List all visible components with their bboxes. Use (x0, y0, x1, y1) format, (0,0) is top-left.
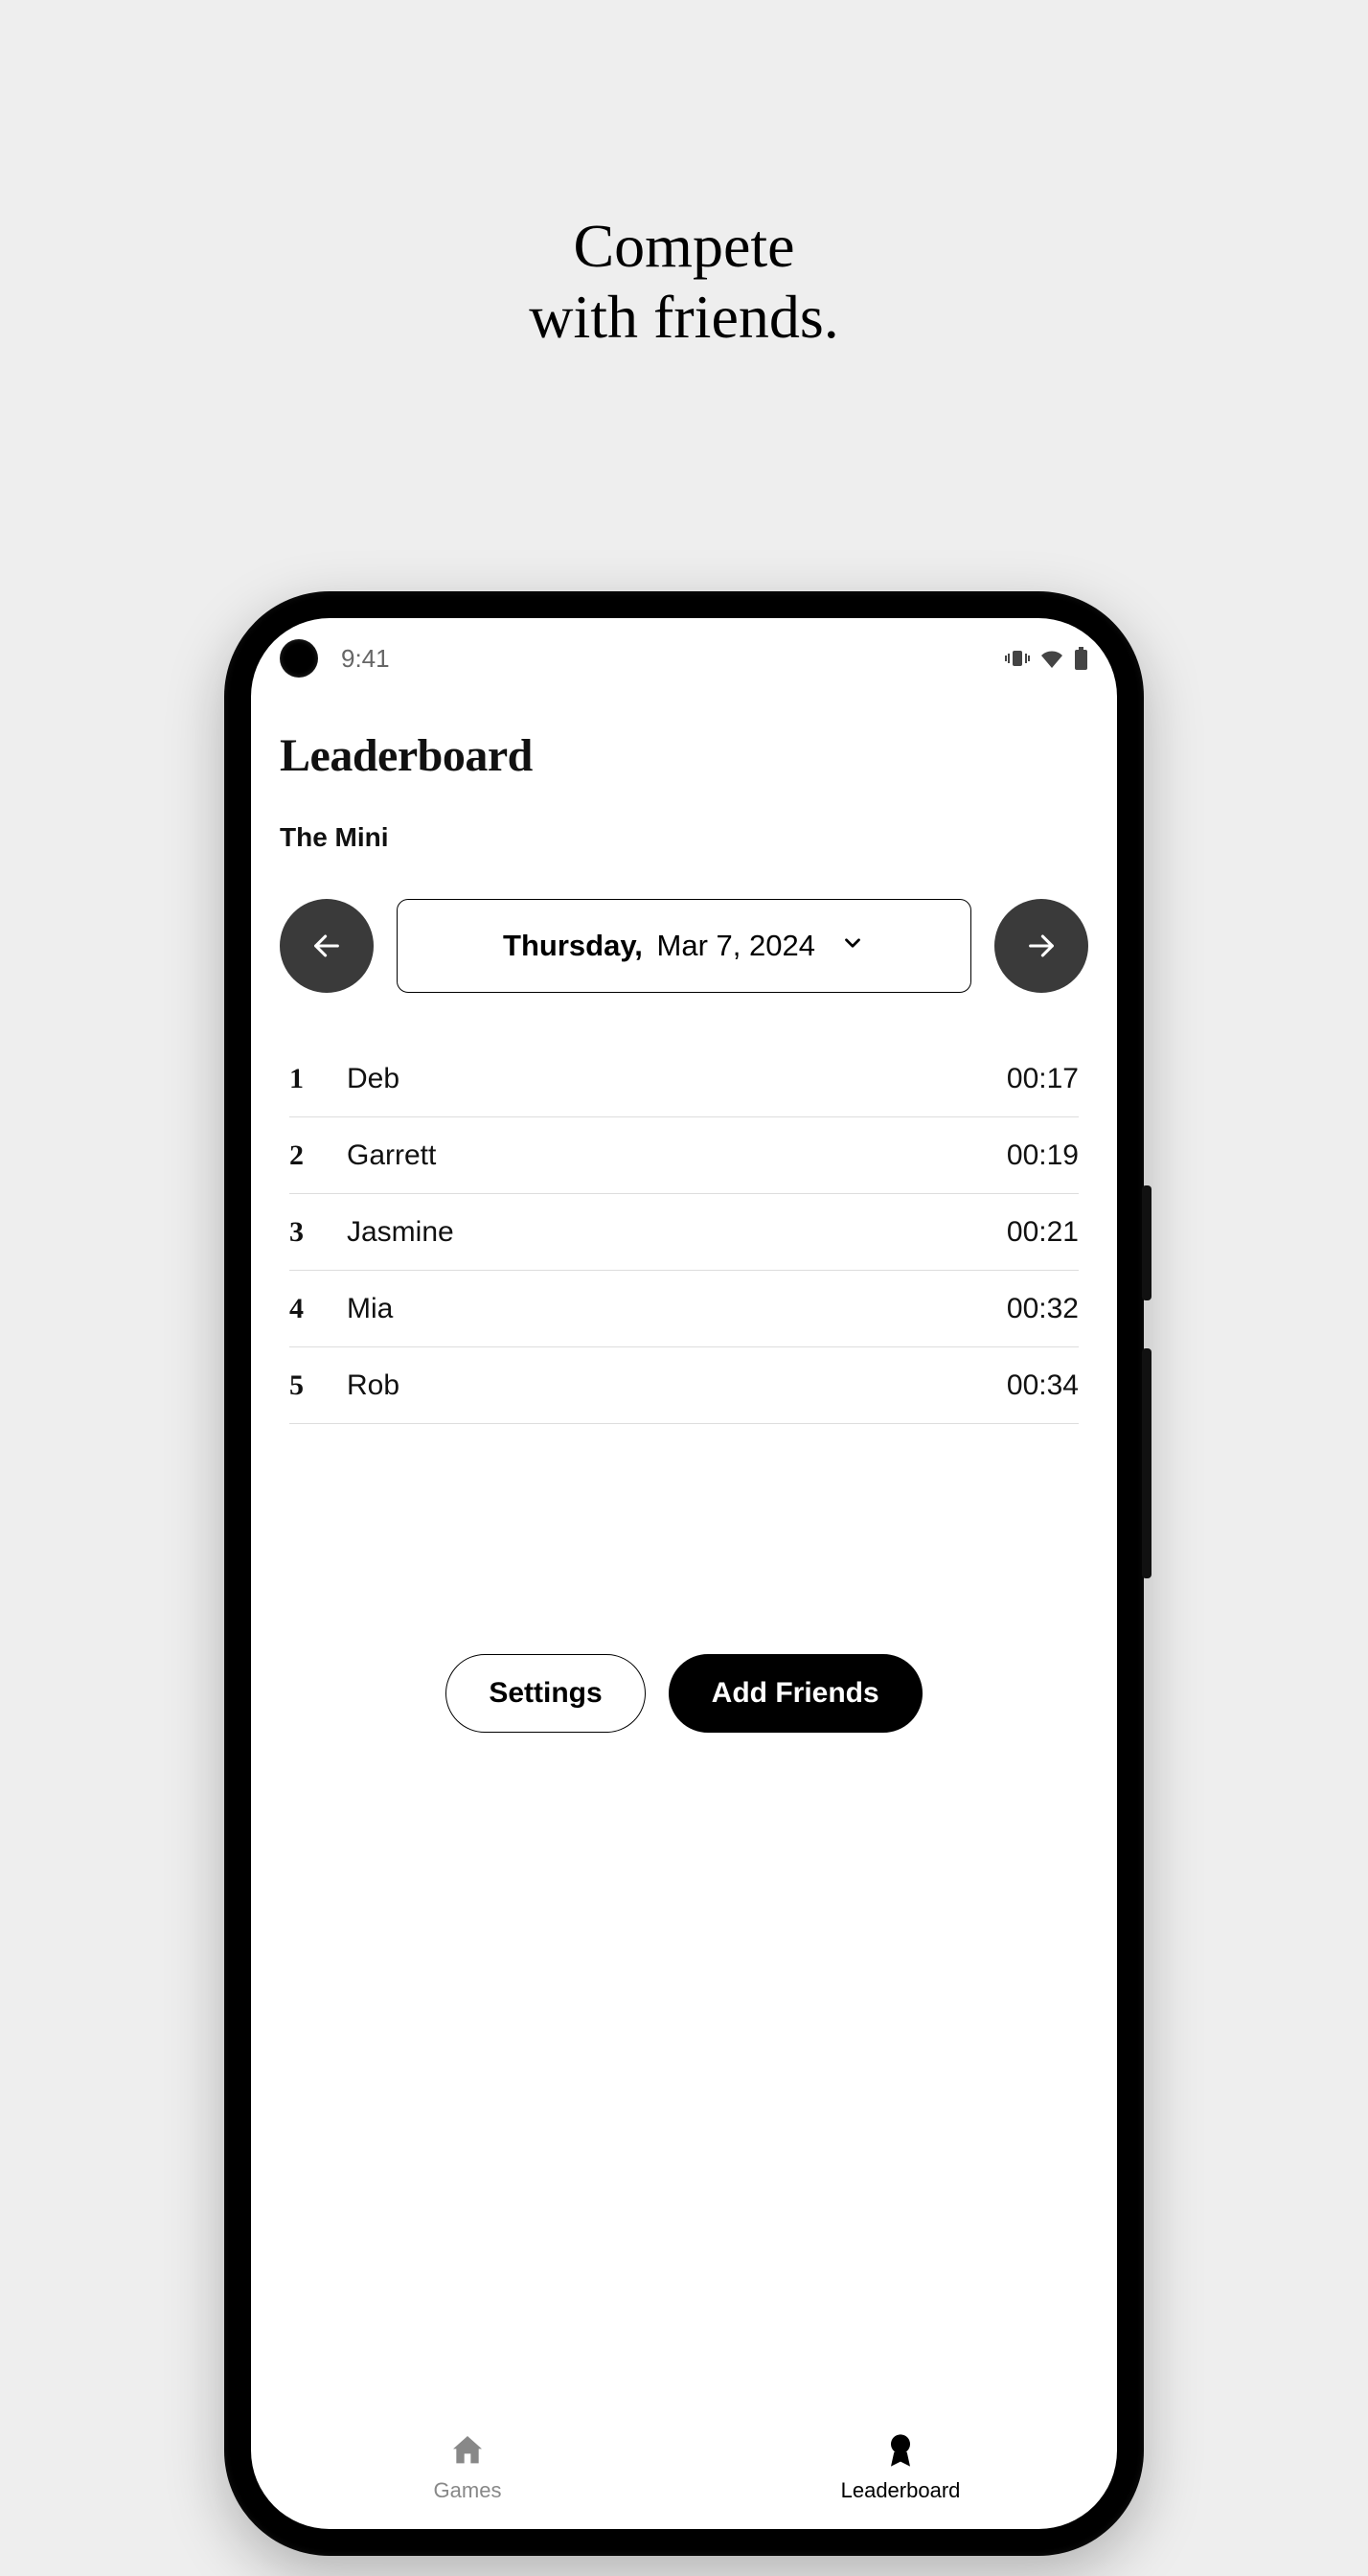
bottom-nav: Games Leaderboard (251, 2404, 1117, 2529)
phone-screen: 9:41 (251, 618, 1117, 2529)
add-friends-button[interactable]: Add Friends (669, 1654, 923, 1733)
settings-button[interactable]: Settings (445, 1654, 645, 1733)
player-time: 00:21 (1007, 1216, 1079, 1249)
chevron-down-icon (840, 929, 865, 963)
home-icon (448, 2431, 487, 2474)
player-name: Mia (347, 1293, 1007, 1325)
rank: 3 (289, 1216, 347, 1249)
leaderboard-list: 1 Deb 00:17 2 Garrett 00:19 3 Jasmine 00… (251, 1012, 1117, 1424)
player-time: 00:17 (1007, 1063, 1079, 1095)
rank: 5 (289, 1369, 347, 1402)
leaderboard-row[interactable]: 4 Mia 00:32 (289, 1271, 1079, 1347)
rank: 4 (289, 1293, 347, 1325)
phone-side-button (1142, 1348, 1151, 1578)
page-title: Leaderboard (280, 729, 1088, 782)
status-time: 9:41 (341, 644, 390, 674)
player-name: Deb (347, 1063, 1007, 1095)
battery-icon (1074, 647, 1088, 670)
leaderboard-row[interactable]: 5 Rob 00:34 (289, 1347, 1079, 1424)
action-row: Settings Add Friends (251, 1654, 1117, 1733)
leaderboard-row[interactable]: 1 Deb 00:17 (289, 1041, 1079, 1117)
next-day-button[interactable] (994, 899, 1088, 993)
rank: 1 (289, 1063, 347, 1095)
promo-line2: with friends. (529, 282, 839, 353)
ribbon-icon (881, 2431, 920, 2474)
player-name: Garrett (347, 1139, 1007, 1172)
player-name: Jasmine (347, 1216, 1007, 1249)
tab-leaderboard[interactable]: Leaderboard (684, 2404, 1117, 2529)
player-time: 00:34 (1007, 1369, 1079, 1402)
page-subtitle: The Mini (280, 822, 1088, 853)
phone-side-button (1142, 1185, 1151, 1300)
phone-frame: 9:41 (224, 591, 1144, 2556)
tab-games[interactable]: Games (251, 2404, 684, 2529)
tab-leaderboard-label: Leaderboard (841, 2478, 961, 2503)
date-rest: Mar 7, 2024 (657, 929, 815, 962)
promo-line1: Compete (529, 211, 839, 282)
leaderboard-row[interactable]: 3 Jasmine 00:21 (289, 1194, 1079, 1271)
status-icons (1005, 647, 1088, 670)
prev-day-button[interactable] (280, 899, 374, 993)
camera-hole (280, 639, 318, 678)
date-dow: Thursday, (503, 929, 643, 962)
app-header: Leaderboard The Mini (251, 691, 1117, 862)
vibrate-icon (1005, 648, 1030, 669)
player-name: Rob (347, 1369, 1007, 1402)
date-row: Thursday, Mar 7, 2024 (251, 862, 1117, 1012)
arrow-right-icon (1025, 930, 1058, 962)
tab-games-label: Games (434, 2478, 502, 2503)
player-time: 00:19 (1007, 1139, 1079, 1172)
arrow-left-icon (310, 930, 343, 962)
status-bar: 9:41 (251, 618, 1117, 691)
rank: 2 (289, 1139, 347, 1172)
player-time: 00:32 (1007, 1293, 1079, 1325)
promo-headline: Compete with friends. (529, 211, 839, 352)
wifi-icon (1039, 649, 1064, 668)
date-select[interactable]: Thursday, Mar 7, 2024 (397, 899, 971, 993)
leaderboard-row[interactable]: 2 Garrett 00:19 (289, 1117, 1079, 1194)
